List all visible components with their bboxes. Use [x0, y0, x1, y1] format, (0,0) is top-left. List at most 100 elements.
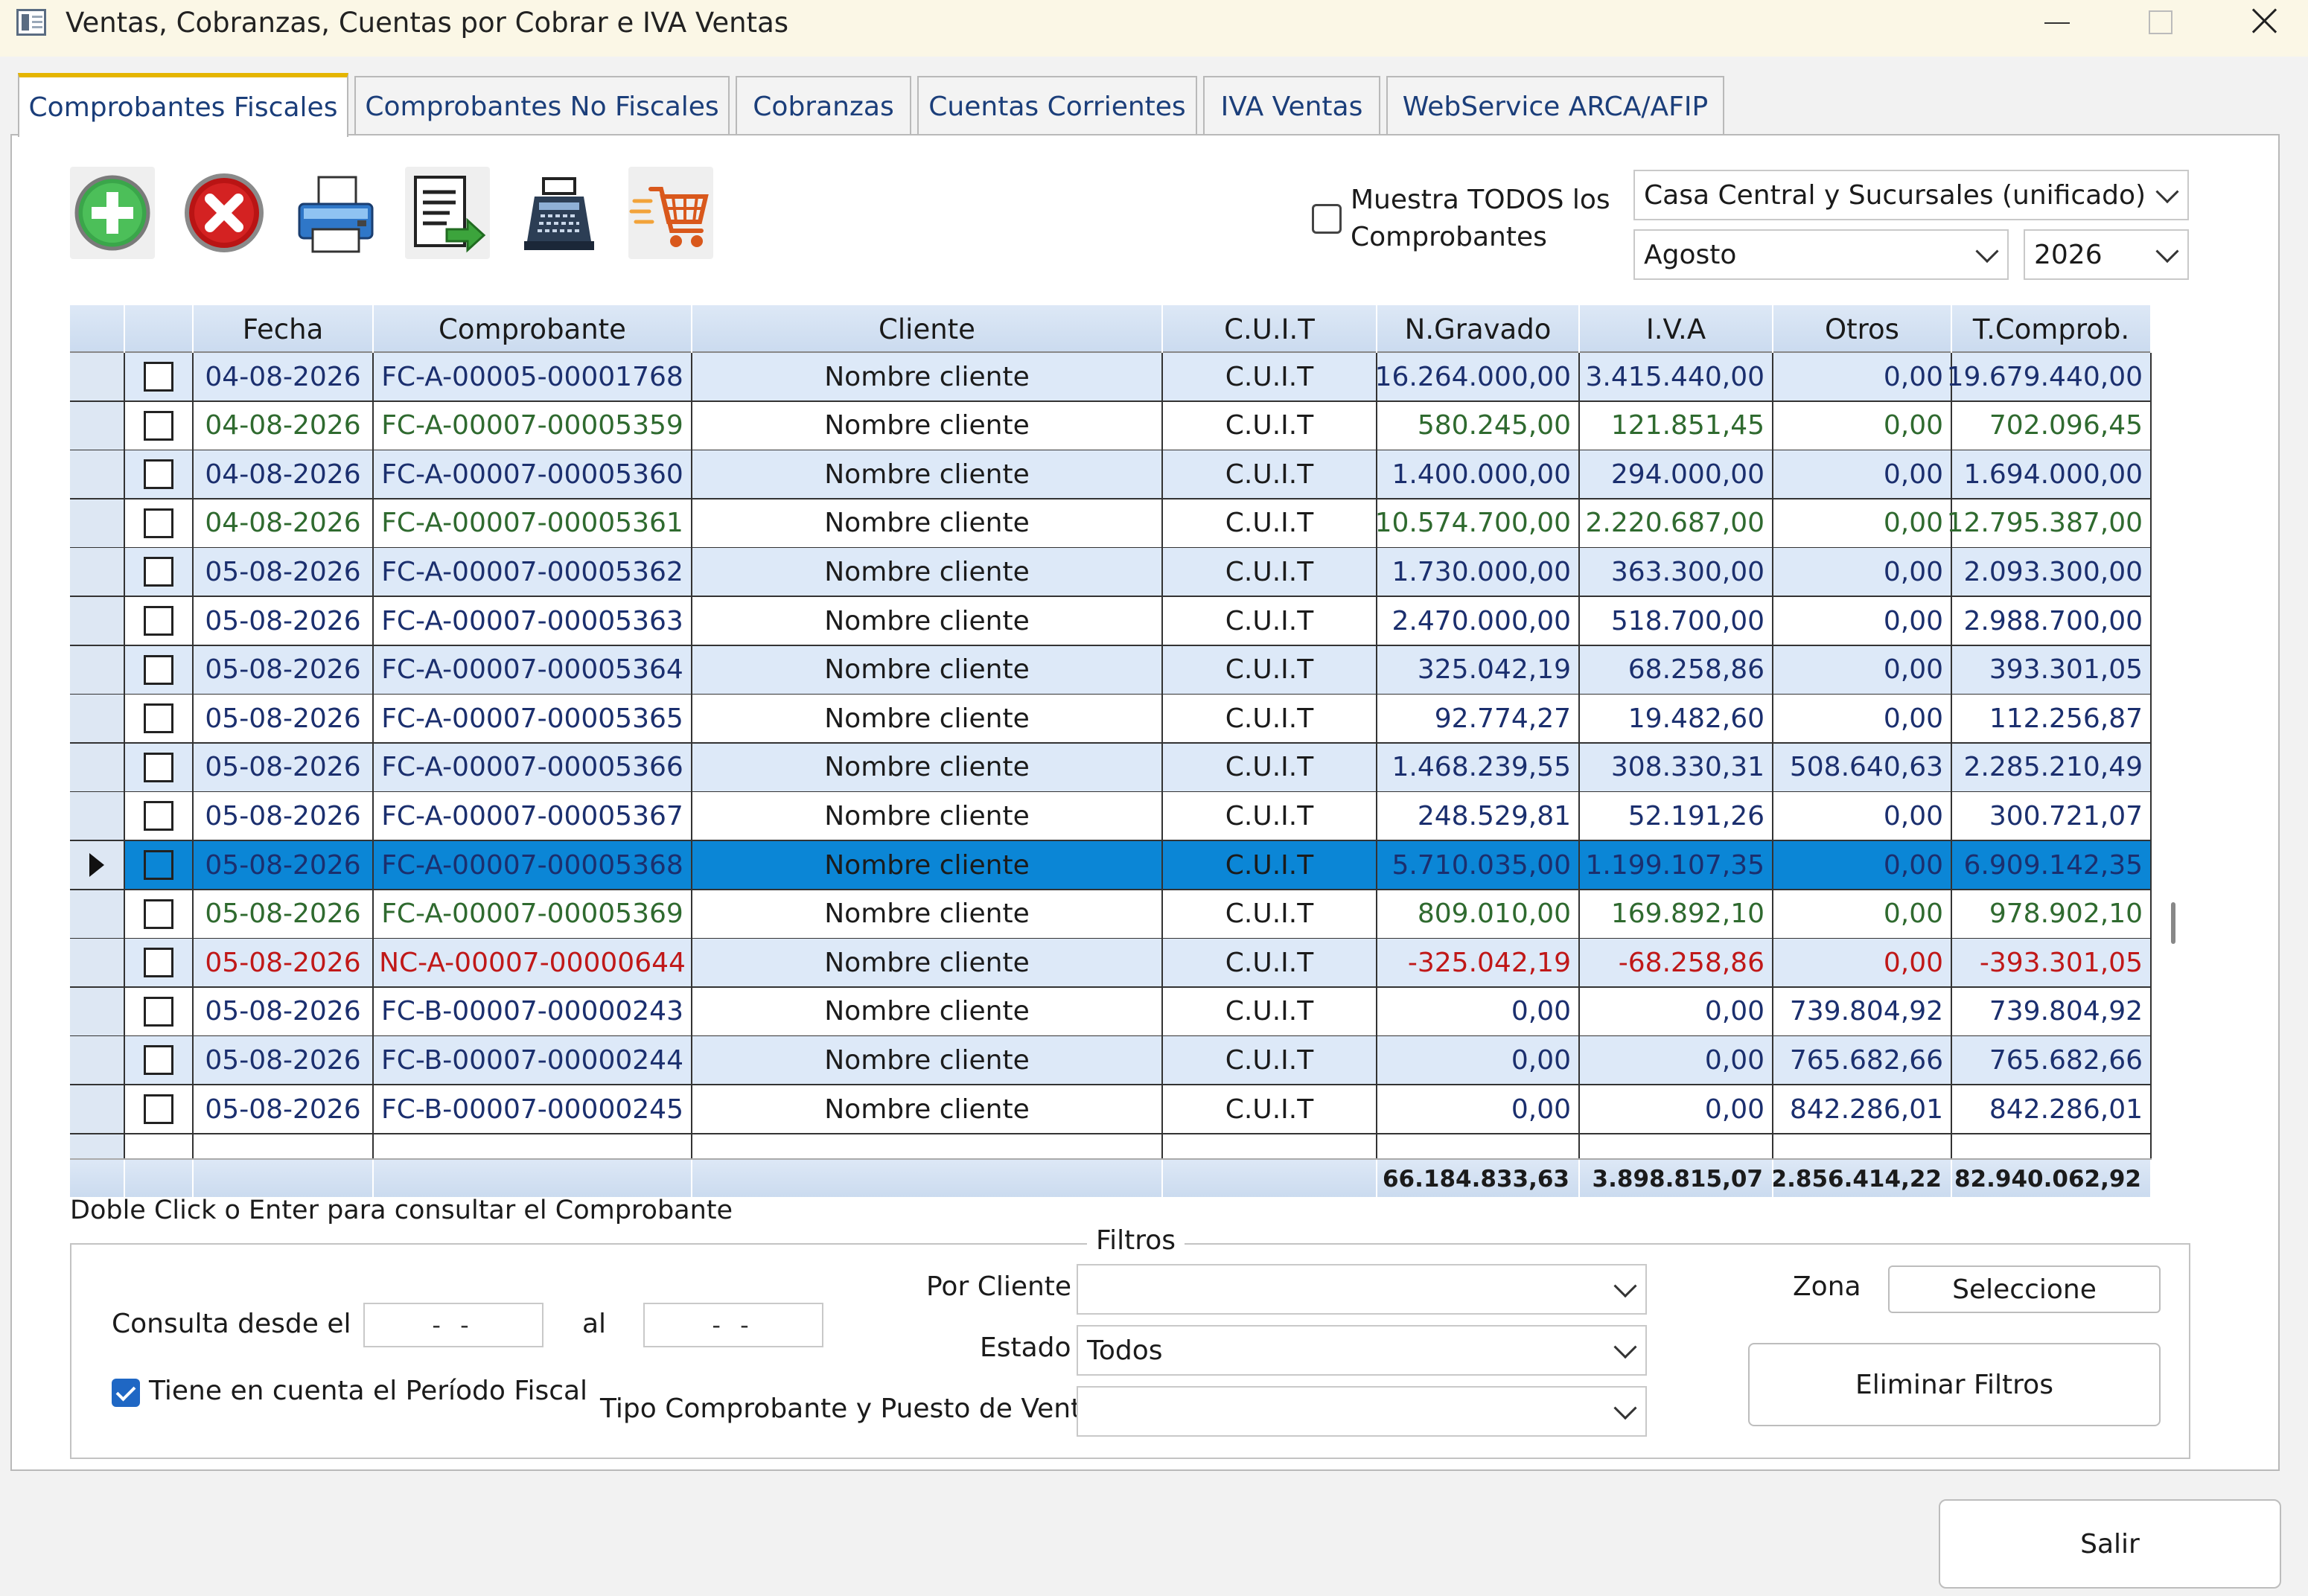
year-select[interactable]: 2026: [2024, 229, 2189, 280]
grid-scrollbar[interactable]: [2171, 902, 2175, 944]
cell-otros: 0,00: [1773, 548, 1952, 596]
cell-t-comprob: -393.301,05: [1952, 939, 2152, 987]
table-row[interactable]: 05-08-2026 NC-A-00007-00000644 Nombre clie…: [70, 939, 2152, 989]
tab-comprobantes-fiscales[interactable]: Comprobantes Fiscales: [18, 73, 348, 137]
row-checkbox[interactable]: [144, 1094, 173, 1124]
row-checkbox[interactable]: [144, 1045, 173, 1076]
cell-fecha: 05-08-2026: [194, 890, 374, 938]
clear-filters-button[interactable]: Eliminar Filtros: [1748, 1343, 2161, 1426]
tab-cobranzas[interactable]: Cobranzas: [736, 76, 911, 135]
table-row[interactable]: 04-08-2026 FC-A-00007-00005359 Nombre clie…: [70, 401, 2152, 451]
table-row[interactable]: 05-08-2026 FC-A-00007-00005369 Nombre clie…: [70, 890, 2152, 939]
total-n-gravado: 66.184.833,63: [1377, 1160, 1580, 1198]
voucher-type-select[interactable]: [1077, 1386, 1647, 1437]
row-check-cell: [125, 450, 194, 499]
row-checkbox[interactable]: [144, 850, 173, 880]
cell-t-comprob: 300.721,07: [1952, 792, 2152, 840]
cell-fecha: 05-08-2026: [194, 743, 374, 791]
cell-iva: 0,00: [1580, 1085, 1773, 1133]
cell-otros: 0,00: [1773, 450, 1952, 499]
invoices-grid[interactable]: 04-08-2026 FC-A-00005-00001768 Nombre clie…: [70, 304, 2152, 1197]
exit-button[interactable]: Salir: [1939, 1499, 2281, 1589]
header-cliente[interactable]: Cliente: [692, 305, 1163, 353]
print-button[interactable]: [293, 167, 378, 259]
row-checkbox[interactable]: [144, 801, 173, 831]
row-check-cell: [125, 939, 194, 987]
row-checkbox[interactable]: [144, 898, 173, 929]
cell-t-comprob: 2.285.210,49: [1952, 743, 2152, 791]
header-cuit[interactable]: C.U.I.T: [1163, 305, 1377, 353]
row-checkbox[interactable]: [144, 606, 173, 636]
close-button[interactable]: [2228, 0, 2302, 45]
header-t-comprob[interactable]: T.Comprob.: [1952, 305, 2152, 353]
date-from-field[interactable]: - -: [363, 1303, 543, 1347]
table-row[interactable]: 05-08-2026 FC-B-00007-00000244 Nombre clie…: [70, 1036, 2152, 1086]
printer-icon: [298, 176, 374, 253]
row-checkbox[interactable]: [144, 703, 173, 734]
cell-cuit: C.U.I.T: [1163, 597, 1377, 645]
row-checkbox[interactable]: [144, 948, 173, 978]
cell-fecha: 05-08-2026: [194, 939, 374, 987]
cell-n-gravado: 1.730.000,00: [1377, 548, 1580, 596]
header-comprobante[interactable]: Comprobante: [374, 305, 692, 353]
table-row[interactable]: 05-08-2026 FC-A-00007-00005367 Nombre clie…: [70, 792, 2152, 842]
row-check-cell: [125, 695, 194, 743]
tab-iva-ventas[interactable]: IVA Ventas: [1203, 76, 1380, 135]
shopping-cart-icon: [629, 187, 709, 247]
table-row[interactable]: 04-08-2026 FC-A-00005-00001768 Nombre clie…: [70, 353, 2152, 402]
cell-cuit: C.U.I.T: [1163, 890, 1377, 938]
row-checkbox[interactable]: [144, 557, 173, 587]
header-n-gravado[interactable]: N.Gravado: [1377, 305, 1580, 353]
header-fecha[interactable]: Fecha: [194, 305, 374, 353]
add-button[interactable]: [70, 167, 155, 259]
row-check-cell: [125, 987, 194, 1035]
row-checkbox[interactable]: [144, 410, 173, 441]
header-iva[interactable]: I.V.A: [1580, 305, 1773, 353]
totals-blank: [692, 1160, 1163, 1198]
row-checkbox[interactable]: [144, 752, 173, 782]
cell-cliente: Nombre cliente: [692, 743, 1163, 791]
table-row[interactable]: 05-08-2026 FC-A-00007-00005363 Nombre clie…: [70, 597, 2152, 646]
delete-button[interactable]: [182, 167, 267, 259]
cell-iva: 3.415.440,00: [1580, 353, 1773, 400]
row-checkbox[interactable]: [144, 459, 173, 490]
cell-cliente: Nombre cliente: [692, 1036, 1163, 1085]
branch-select[interactable]: Casa Central y Sucursales (unificado): [1633, 170, 2189, 220]
row-checkbox[interactable]: [144, 508, 173, 538]
fiscal-period-checkbox[interactable]: [112, 1379, 140, 1407]
minimize-button[interactable]: [2019, 0, 2094, 45]
table-row[interactable]: 05-08-2026 FC-A-00007-00005362 Nombre clie…: [70, 548, 2152, 598]
cell-n-gravado: 5.710.035,00: [1377, 841, 1580, 889]
header-otros[interactable]: Otros: [1773, 305, 1952, 353]
tab-webservice-arca-afip[interactable]: WebService ARCA/AFIP: [1386, 76, 1724, 135]
client-filter-select[interactable]: [1077, 1264, 1647, 1315]
zone-select-button[interactable]: Seleccione: [1888, 1265, 2161, 1313]
cell-otros: 0,00: [1773, 841, 1952, 889]
table-row[interactable]: 04-08-2026 FC-A-00007-00005360 Nombre clie…: [70, 450, 2152, 500]
table-row[interactable]: 05-08-2026 FC-B-00007-00000243 Nombre clie…: [70, 987, 2152, 1037]
cell-cliente: Nombre cliente: [692, 841, 1163, 889]
table-row[interactable]: 05-08-2026 FC-A-00007-00005365 Nombre clie…: [70, 695, 2152, 744]
row-selector: [70, 695, 125, 743]
date-to-field[interactable]: - -: [643, 1303, 823, 1347]
tab-comprobantes-no-fiscales[interactable]: Comprobantes No Fiscales: [354, 76, 730, 135]
table-row[interactable]: 05-08-2026 FC-A-00007-00005366 Nombre clie…: [70, 743, 2152, 793]
tab-cuentas-corrientes[interactable]: Cuentas Corrientes: [917, 76, 1197, 135]
cell-fecha: 05-08-2026: [194, 841, 374, 889]
row-checkbox[interactable]: [144, 362, 173, 392]
month-select[interactable]: Agosto: [1633, 229, 2009, 280]
row-checkbox[interactable]: [144, 996, 173, 1027]
export-button[interactable]: [405, 167, 490, 259]
maximize-button[interactable]: [2120, 0, 2195, 45]
sales-cart-button[interactable]: [628, 167, 713, 259]
cash-register-button[interactable]: [517, 167, 602, 259]
row-checkbox[interactable]: [144, 654, 173, 685]
show-all-checkbox[interactable]: [1312, 204, 1342, 234]
table-row[interactable]: 05-08-2026 FC-A-00007-00005364 Nombre clie…: [70, 645, 2152, 695]
table-row[interactable]: 05-08-2026 FC-A-00007-00005368 Nombre clie…: [70, 841, 2152, 890]
row-selector: [70, 987, 125, 1035]
cell-n-gravado: 248.529,81: [1377, 792, 1580, 840]
status-filter-select[interactable]: Todos: [1077, 1325, 1647, 1376]
table-row[interactable]: 04-08-2026 FC-A-00007-00005361 Nombre clie…: [70, 499, 2152, 549]
table-row[interactable]: 05-08-2026 FC-B-00007-00000245 Nombre clie…: [70, 1085, 2152, 1134]
